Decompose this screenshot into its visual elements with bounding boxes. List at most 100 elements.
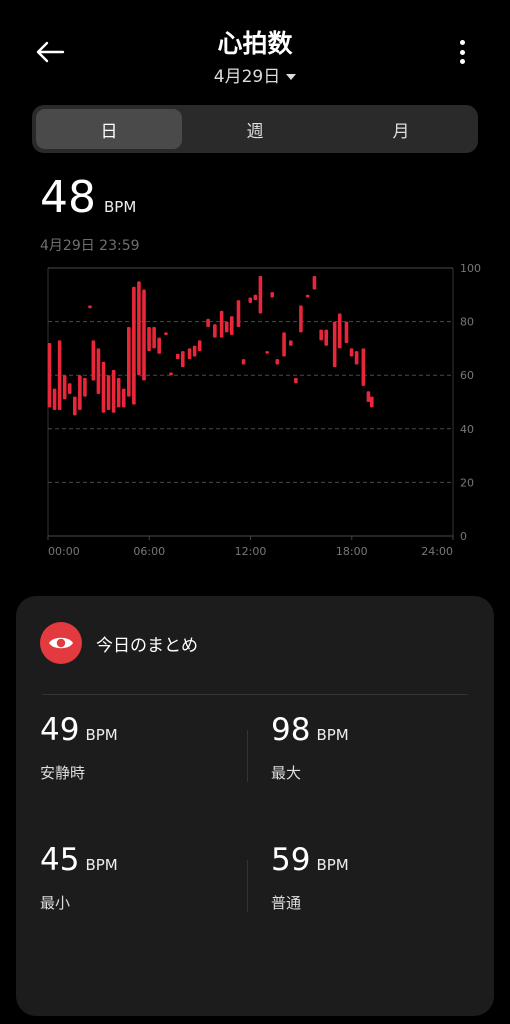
- heart-rate-bar: [319, 329, 323, 341]
- heart-rate-chart[interactable]: 0 20 40 60 80 100 00:00 06:00 12:00 18:00 24:00: [0, 260, 510, 565]
- date-label: 4月29日: [213, 67, 281, 87]
- heart-rate-bar: [91, 340, 96, 381]
- daily-summary-card: 今日のまとめ 49 BPM 安静時 98 BPM 最大 45 BPM 最小 59 BPM…: [16, 596, 494, 1016]
- stat-unit: BPM: [316, 726, 349, 744]
- heart-rate-bar: [157, 337, 161, 354]
- heart-rate-bar: [83, 377, 87, 397]
- heart-rate-bar: [78, 375, 82, 411]
- heart-rate-bar: [152, 326, 156, 349]
- stat-label: 普通: [271, 894, 302, 912]
- heart-rate-bar: [366, 391, 371, 402]
- more-options-button[interactable]: [452, 40, 472, 64]
- heart-rate-bar: [332, 321, 337, 368]
- y-tick-label: 0: [460, 530, 467, 543]
- stat-unit: BPM: [316, 856, 349, 874]
- summary-title: 今日のまとめ: [96, 635, 198, 656]
- heart-rate-bar: [101, 361, 106, 413]
- eye-icon: [40, 622, 82, 664]
- heart-rate-bar: [265, 351, 269, 354]
- heart-rate-bar: [253, 294, 258, 301]
- stat-value: 98: [271, 712, 311, 748]
- heart-rate-bar: [197, 340, 202, 352]
- heart-rate-bar: [111, 369, 116, 413]
- heart-rate-bar: [47, 343, 52, 408]
- heart-rate-bar: [132, 286, 136, 405]
- heart-rate-bar: [324, 329, 329, 346]
- y-tick-label: 60: [460, 369, 474, 382]
- heart-rate-bar: [164, 332, 168, 335]
- heart-rate-bar: [147, 326, 151, 352]
- heart-rate-bar: [370, 396, 374, 408]
- x-tick-label: 06:00: [133, 545, 165, 558]
- y-tick-label: 20: [460, 476, 474, 489]
- heart-rate-bar: [354, 351, 359, 365]
- heart-rate-bar: [192, 345, 197, 357]
- current-value: 48: [40, 172, 96, 223]
- heart-rate-bar: [361, 348, 366, 386]
- y-tick-label: 100: [460, 262, 481, 275]
- heart-rate-bar: [344, 321, 349, 344]
- stat-label: 最小: [40, 894, 71, 912]
- more-dot: [459, 49, 465, 55]
- stat-label: 最大: [271, 764, 302, 782]
- heart-rate-bar: [236, 300, 241, 327]
- summary-header: 今日のまとめ: [40, 622, 198, 664]
- current-unit: BPM: [104, 198, 137, 216]
- divider: [42, 694, 468, 695]
- heart-rate-bar: [258, 276, 263, 314]
- page-title: 心拍数: [217, 29, 293, 58]
- x-tick-label: 24:00: [421, 545, 453, 558]
- heart-rate-bar: [169, 372, 173, 376]
- heart-rate-bar: [229, 316, 234, 335]
- heart-rate-bar: [312, 276, 317, 290]
- heart-rate-bar: [213, 324, 217, 338]
- heart-rate-bar: [116, 377, 121, 408]
- heart-rate-bar: [337, 313, 342, 349]
- heart-rate-bar: [349, 348, 354, 357]
- heart-rate-bar: [270, 292, 275, 298]
- x-tick-label: 00:00: [48, 545, 80, 558]
- heart-rate-bar: [219, 310, 224, 338]
- heart-rate-bar: [88, 305, 92, 309]
- header: 心拍数 4月29日: [0, 0, 510, 100]
- y-tick-label: 40: [460, 423, 474, 436]
- heart-rate-bar: [62, 375, 67, 400]
- stat-average: 59 BPM 普通: [271, 842, 349, 913]
- heart-rate-bar: [106, 375, 111, 411]
- current-heart-rate: 48 BPM: [40, 172, 136, 223]
- divider: [247, 860, 248, 912]
- heart-rate-bar: [294, 377, 298, 384]
- heart-rate-bar: [206, 318, 210, 327]
- heart-rate-bar: [121, 388, 126, 408]
- period-tabs: 日 週 月: [32, 105, 478, 153]
- tab-day[interactable]: 日: [36, 109, 182, 149]
- heart-rate-bar: [248, 297, 253, 303]
- heart-rate-bar: [299, 305, 303, 333]
- stat-min: 45 BPM 最小: [40, 842, 118, 913]
- chevron-down-icon: [286, 74, 297, 80]
- stat-label: 安静時: [40, 764, 86, 782]
- heart-rate-bar: [187, 348, 192, 360]
- heart-rate-bar: [305, 294, 310, 298]
- more-dot: [459, 40, 465, 45]
- heart-rate-bar: [282, 332, 286, 357]
- heart-rate-bar: [73, 396, 77, 416]
- stat-value: 59: [271, 842, 311, 878]
- stat-value: 49: [40, 712, 80, 748]
- heart-rate-bar: [96, 348, 101, 394]
- stat-unit: BPM: [85, 726, 118, 744]
- tab-month[interactable]: 月: [328, 109, 474, 149]
- heart-rate-bar: [241, 359, 246, 365]
- tab-week[interactable]: 週: [182, 109, 328, 149]
- stat-max: 98 BPM 最大: [271, 712, 349, 783]
- heart-rate-bar: [289, 340, 293, 346]
- heart-rate-bar: [127, 326, 131, 397]
- date-selector[interactable]: 4月29日: [0, 62, 510, 87]
- heart-rate-bar: [275, 359, 280, 365]
- heart-rate-bar: [224, 321, 229, 333]
- current-timestamp: 4月29日 23:59: [40, 238, 140, 254]
- y-tick-label: 80: [460, 316, 474, 329]
- divider: [247, 730, 248, 782]
- heart-rate-bar: [175, 353, 180, 360]
- x-tick-label: 18:00: [336, 545, 368, 558]
